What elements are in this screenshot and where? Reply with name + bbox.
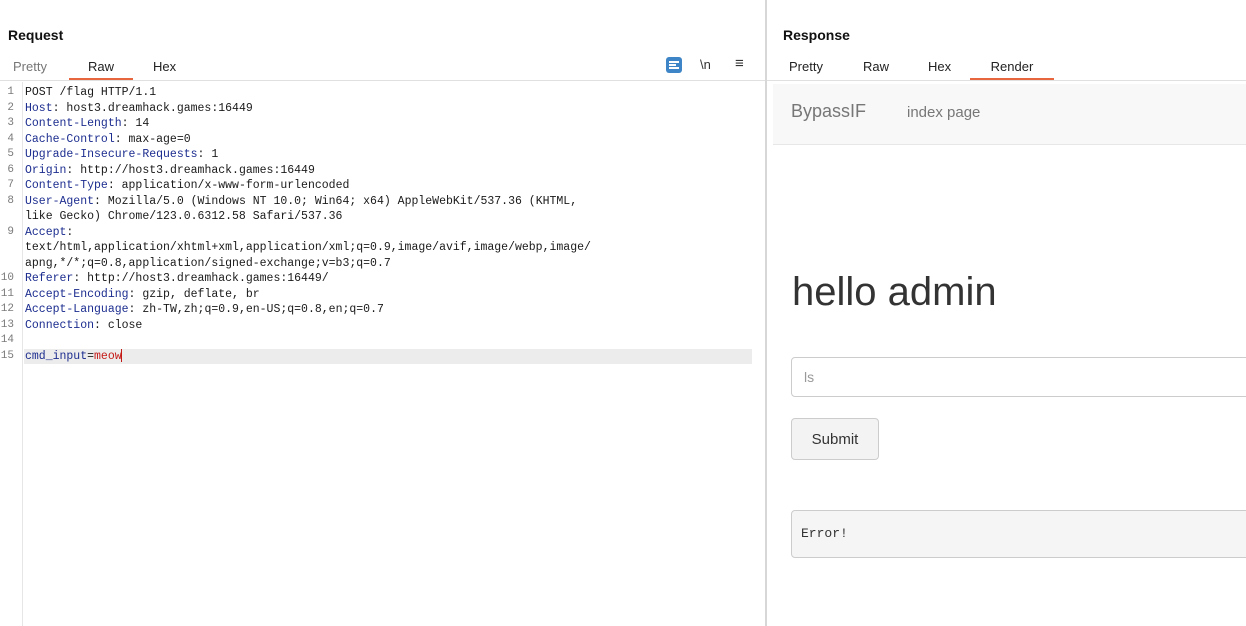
header-name: Connection — [25, 318, 95, 332]
line-text: POST /flag HTTP/1.1 — [25, 86, 157, 99]
line-number: 4 — [7, 132, 14, 145]
tab-request-raw[interactable]: Raw — [69, 56, 133, 80]
line-text: Accept-Encoding: gzip, deflate, br — [25, 287, 260, 303]
tab-response-raw[interactable]: Raw — [863, 56, 889, 78]
line-number: 12 — [0, 303, 14, 315]
line-number: 11 — [0, 287, 14, 300]
response-title: Response — [783, 27, 850, 43]
param-value: meow — [94, 349, 122, 363]
line-text: Cache-Control: max-age=0 — [25, 132, 191, 148]
header-name: Origin — [25, 163, 67, 177]
command-input[interactable] — [791, 357, 1246, 397]
word-wrap-icon[interactable] — [666, 57, 682, 73]
header-name: Accept-Encoding — [25, 287, 129, 301]
line-number: 7 — [7, 179, 14, 191]
line-text: cmd_input=meow — [25, 348, 122, 365]
line-number: 9 — [7, 225, 14, 238]
header-name: Host — [25, 101, 53, 115]
line-number: 13 — [0, 318, 14, 331]
header-name: Cache-Control — [25, 132, 115, 146]
show-newlines-button[interactable]: \n — [700, 57, 711, 72]
line-text: User-Agent: Mozilla/5.0 (Windows NT 10.0… — [25, 194, 577, 210]
submit-button[interactable]: Submit — [791, 418, 879, 460]
line-text: apng,*/*;q=0.8,application/signed-exchan… — [25, 256, 391, 270]
rendered-navbar: BypassIF index page — [773, 84, 1246, 145]
line-text: like Gecko) Chrome/123.0.6312.58 Safari/… — [25, 210, 343, 223]
header-value: : — [66, 225, 74, 239]
tab-request-pretty[interactable]: Pretty — [13, 56, 47, 78]
header-name: Upgrade-Insecure-Requests — [25, 148, 198, 161]
line-number: 2 — [7, 101, 14, 114]
header-value: : http://host3.dreamhack.games:16449/ — [73, 272, 329, 285]
header-name: Accept — [25, 225, 67, 239]
tab-response-pretty[interactable]: Pretty — [789, 56, 823, 78]
navbar-brand[interactable]: BypassIF — [791, 101, 866, 122]
header-value: : host3.dreamhack.games:16449 — [52, 101, 253, 115]
tab-request-hex[interactable]: Hex — [153, 56, 176, 78]
header-name: Content-Type — [25, 179, 108, 192]
line-text: text/html,application/xhtml+xml,applicat… — [25, 241, 591, 254]
header-name: Accept-Language — [25, 303, 129, 316]
line-text: Accept: — [25, 225, 73, 241]
page-heading: hello admin — [792, 270, 997, 314]
nav-link-index-page[interactable]: index page — [907, 104, 980, 121]
line-number: 5 — [7, 148, 14, 160]
line-text: Content-Type: application/x-www-form-url… — [25, 178, 349, 194]
request-tab-divider — [0, 80, 765, 81]
header-value: : 1 — [197, 148, 219, 161]
header-value: : gzip, deflate, br — [128, 287, 260, 301]
line-text: Upgrade-Insecure-Requests: 1 — [25, 147, 218, 163]
request-title: Request — [8, 27, 64, 43]
tab-response-render[interactable]: Render — [970, 56, 1054, 80]
line-number: 14 — [0, 334, 14, 346]
line-text: Referer: http://host3.dreamhack.games:16… — [25, 271, 329, 287]
result-output: Error! — [791, 510, 1246, 558]
current-line-highlight — [24, 348, 752, 364]
response-tab-divider — [767, 80, 1246, 81]
header-value: : application/x-www-form-urlencoded — [107, 179, 350, 192]
header-name: Referer — [25, 272, 74, 285]
line-text: Connection: close — [25, 318, 142, 334]
line-number: 1 — [7, 86, 14, 98]
header-name: User-Agent — [25, 194, 95, 208]
line-text: Content-Length: 14 — [25, 116, 149, 132]
line-number: 3 — [7, 117, 14, 129]
header-value: : http://host3.dreamhack.games:16449 — [66, 163, 315, 177]
param-name: cmd_input — [25, 349, 88, 363]
tab-response-hex[interactable]: Hex — [928, 56, 951, 78]
header-value: : max-age=0 — [114, 132, 191, 146]
header-value: : zh-TW,zh;q=0.9,en-US;q=0.8,en;q=0.7 — [128, 303, 384, 316]
line-text: Host: host3.dreamhack.games:16449 — [25, 101, 253, 117]
param-equals: = — [87, 349, 95, 363]
line-text: Accept-Language: zh-TW,zh;q=0.9,en-US;q=… — [25, 302, 384, 318]
header-name: Content-Length — [25, 117, 122, 130]
response-pane: Response Pretty Raw Hex Render BypassIF … — [767, 0, 1246, 626]
line-number: 15 — [0, 349, 14, 362]
request-pane: Request Pretty Raw Hex \n ≡ 1 POST /flag … — [0, 0, 765, 626]
line-number: 10 — [0, 272, 14, 284]
text-caret — [120, 348, 122, 362]
line-number: 6 — [7, 163, 14, 176]
menu-icon[interactable]: ≡ — [735, 55, 744, 72]
line-number: 8 — [7, 194, 14, 207]
line-text: Origin: http://host3.dreamhack.games:164… — [25, 163, 315, 179]
header-value: : Mozilla/5.0 (Windows NT 10.0; Win64; x… — [94, 194, 578, 208]
line-number-gutter — [22, 82, 23, 626]
header-value: : 14 — [121, 117, 150, 130]
header-value: : close — [94, 318, 143, 332]
